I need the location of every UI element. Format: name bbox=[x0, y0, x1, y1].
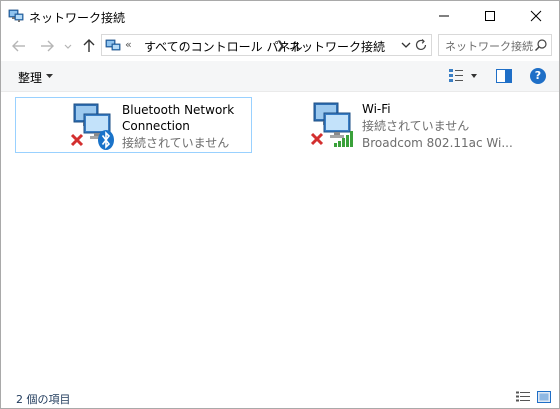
preview-pane-icon[interactable] bbox=[496, 69, 512, 83]
disconnected-x-icon bbox=[310, 132, 324, 146]
navigation-bar: « すべてのコントロール パネル ❯ ネットワーク接続 ネットワーク接続 bbox=[1, 31, 559, 61]
maximize-icon bbox=[485, 11, 495, 21]
bluetooth-network-adapter-icon bbox=[70, 103, 114, 150]
item-status: 接続されていません bbox=[362, 119, 470, 133]
close-button[interactable] bbox=[513, 1, 559, 31]
status-bar: 2 個の項目 bbox=[1, 386, 559, 408]
list-item-wifi[interactable]: Wi-Fi 接続されていません Broadcom 802.11ac Wi... bbox=[301, 97, 513, 153]
close-icon bbox=[530, 10, 542, 22]
search-placeholder: ネットワーク接続 bbox=[445, 40, 533, 53]
address-overflow[interactable]: « bbox=[125, 38, 132, 51]
address-bar[interactable]: « すべてのコントロール パネル ❯ ネットワーク接続 bbox=[101, 34, 432, 56]
minimize-icon bbox=[439, 15, 449, 17]
maximize-button[interactable] bbox=[467, 1, 513, 31]
organize-dropdown-icon[interactable] bbox=[46, 74, 53, 78]
disconnected-x-icon bbox=[70, 133, 84, 147]
change-view-icon[interactable] bbox=[448, 68, 466, 84]
recent-locations-chevron-icon[interactable] bbox=[63, 38, 73, 54]
search-box[interactable]: ネットワーク接続 bbox=[438, 34, 552, 56]
network-connections-icon bbox=[105, 39, 121, 51]
up-arrow-icon[interactable] bbox=[81, 38, 97, 54]
address-history-chevron-icon[interactable] bbox=[401, 40, 411, 50]
back-arrow-icon[interactable] bbox=[11, 38, 27, 54]
organize-button[interactable]: 整理 bbox=[18, 69, 42, 86]
item-device-name: Broadcom 802.11ac Wi... bbox=[362, 136, 513, 150]
item-name: Wi-Fi bbox=[362, 102, 391, 116]
breadcrumb-separator-icon[interactable]: ❯ bbox=[276, 39, 285, 52]
window-title: ネットワーク接続 bbox=[29, 11, 126, 25]
item-status: 接続されていません bbox=[122, 136, 230, 150]
title-bar[interactable]: ネットワーク接続 bbox=[1, 1, 559, 31]
wifi-network-adapter-icon bbox=[310, 102, 353, 147]
item-name-line2: Connection bbox=[122, 119, 190, 133]
command-bar: 整理 ? bbox=[1, 61, 559, 92]
item-count: 2 個の項目 bbox=[16, 393, 71, 406]
view-options-dropdown-icon[interactable] bbox=[471, 74, 477, 78]
forward-arrow-icon[interactable] bbox=[39, 38, 55, 54]
search-icon[interactable] bbox=[534, 38, 548, 52]
breadcrumb-network-connections[interactable]: ネットワーク接続 bbox=[289, 38, 385, 55]
minimize-button[interactable] bbox=[421, 1, 467, 31]
details-view-icon[interactable] bbox=[516, 391, 530, 403]
list-item-bluetooth-network-connection[interactable]: Bluetooth Network Connection 接続されていません bbox=[15, 97, 252, 153]
bluetooth-icon bbox=[98, 130, 114, 150]
refresh-icon[interactable] bbox=[413, 37, 429, 53]
large-icons-view-icon[interactable] bbox=[537, 391, 551, 403]
network-connections-icon bbox=[8, 9, 24, 22]
explorer-window: ネットワーク接続 « すべてのコントロール パネル ❯ ネットワーク接続 ネット… bbox=[0, 0, 560, 409]
item-name-line1: Bluetooth Network bbox=[122, 103, 235, 117]
help-icon[interactable]: ? bbox=[530, 68, 546, 84]
